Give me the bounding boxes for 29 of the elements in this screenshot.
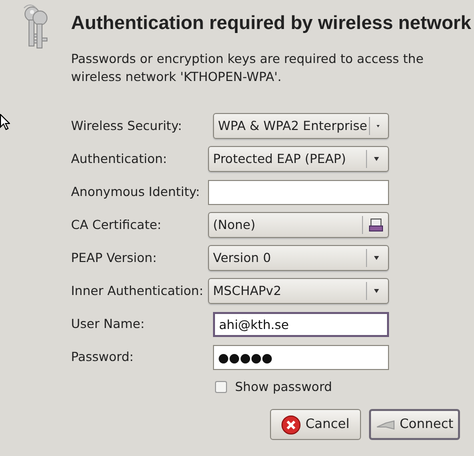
field-label: PEAP Version: (71, 248, 158, 267)
text-field[interactable]: ahi@kth.se (213, 312, 389, 336)
connect-button[interactable]: Connect (369, 409, 460, 440)
caret-icon (373, 288, 380, 294)
field-label: CA Certificate: (71, 216, 162, 234)
dropdown[interactable]: Protected EAP (PEAP) (208, 146, 389, 172)
field-label: Password: (71, 348, 135, 366)
cancel-button[interactable]: Cancel (270, 409, 361, 440)
dropdown[interactable]: Version 0 (208, 245, 389, 271)
file-chooser-button[interactable]: (None) (208, 212, 389, 238)
dialog-title: Authentication required by wireless network (71, 12, 472, 36)
dialog-message: Passwords or encryption keys are required to access the wireless network 'KTHOPEN-WPA'. (71, 50, 425, 86)
text-field[interactable] (208, 180, 389, 204)
field-label: Wireless Security: (71, 116, 183, 135)
caret-icon (376, 124, 380, 128)
text-field[interactable]: ●●●●● (213, 344, 389, 370)
caret-icon (373, 256, 380, 260)
dropdown[interactable]: WPA & WPA2 Enterprise (213, 113, 389, 139)
checkbox-label: Show password (235, 378, 332, 396)
field-label: Authentication: (71, 150, 168, 168)
field-label: Anonymous Identity: (71, 182, 201, 201)
caret-icon (373, 156, 380, 162)
dropdown[interactable]: MSCHAPv2 (208, 278, 389, 304)
field-label: User Name: (71, 314, 146, 333)
checkbox[interactable] (215, 380, 227, 393)
mouse-pointer-icon (0, 114, 10, 130)
field-label: Inner Authentication: (71, 282, 204, 300)
document-icon (369, 218, 383, 232)
close-icon (281, 414, 302, 435)
